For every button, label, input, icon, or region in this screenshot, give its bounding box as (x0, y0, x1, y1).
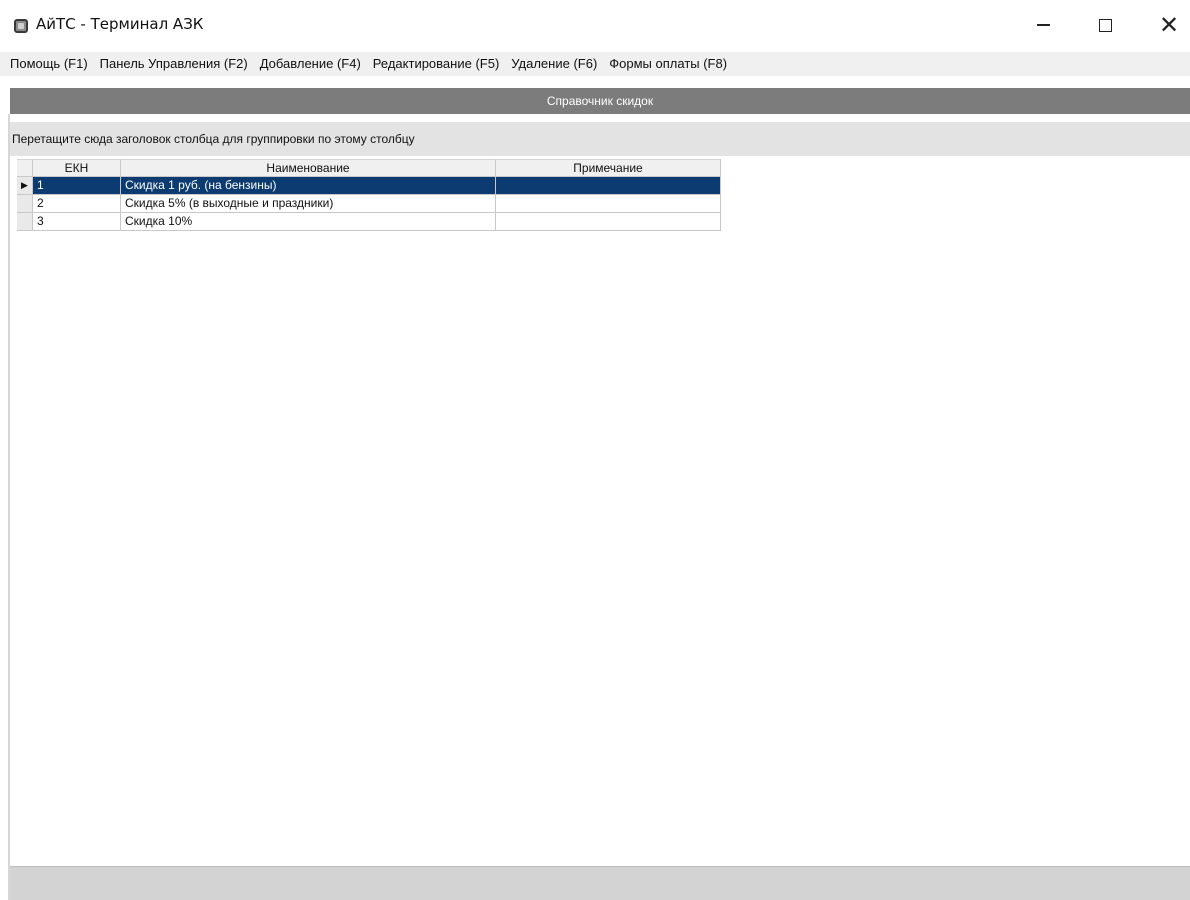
menu-bar: Помощь (F1) Панель Управления (F2) Добав… (0, 52, 1190, 76)
cell-name[interactable]: Скидка 5% (в выходные и праздники) (121, 195, 496, 213)
column-header-ekh[interactable]: ЕКН (33, 159, 121, 177)
maximize-icon (1098, 18, 1112, 32)
row-indicator-cell (17, 213, 33, 231)
cell-name[interactable]: Скидка 1 руб. (на бензины) (121, 177, 496, 195)
cell-note[interactable] (496, 177, 721, 195)
row-indicator-cell (17, 195, 33, 213)
app-icon (14, 19, 28, 33)
header-indicator-cell (17, 159, 33, 177)
menu-item-add[interactable]: Добавление (F4) (254, 52, 367, 76)
page-title: Справочник скидок (10, 88, 1190, 114)
cell-ekh[interactable]: 1 (33, 177, 121, 195)
app-window: АйТС - Терминал АЗК ✕ Помощь (F1) Панель… (0, 0, 1190, 900)
menu-item-help[interactable]: Помощь (F1) (4, 52, 94, 76)
window-title: АйТС - Терминал АЗК (36, 15, 204, 33)
cell-note[interactable] (496, 195, 721, 213)
cell-note[interactable] (496, 213, 721, 231)
menu-item-payment-forms[interactable]: Формы оплаты (F8) (603, 52, 733, 76)
status-bar (10, 866, 1190, 900)
column-header-name[interactable]: Наименование (121, 159, 496, 177)
close-icon: ✕ (1158, 11, 1180, 39)
table-row[interactable]: 3 Скидка 10% (17, 213, 721, 231)
close-button[interactable]: ✕ (1146, 6, 1190, 44)
maximize-button[interactable] (1082, 6, 1128, 44)
minimize-button[interactable] (1020, 6, 1066, 44)
title-bar: АйТС - Терминал АЗК ✕ (0, 0, 1190, 52)
left-frame-border (8, 114, 10, 900)
grid-header: ЕКН Наименование Примечание (17, 159, 721, 177)
discounts-grid: ЕКН Наименование Примечание ▶ 1 Скидка 1… (17, 159, 721, 231)
table-row[interactable]: 2 Скидка 5% (в выходные и праздники) (17, 195, 721, 213)
menu-item-control-panel[interactable]: Панель Управления (F2) (94, 52, 254, 76)
table-row[interactable]: ▶ 1 Скидка 1 руб. (на бензины) (17, 177, 721, 195)
cell-name[interactable]: Скидка 10% (121, 213, 496, 231)
row-indicator-icon: ▶ (17, 177, 33, 195)
cell-ekh[interactable]: 3 (33, 213, 121, 231)
menu-item-delete[interactable]: Удаление (F6) (505, 52, 603, 76)
menu-item-edit[interactable]: Редактирование (F5) (367, 52, 505, 76)
column-header-note[interactable]: Примечание (496, 159, 721, 177)
minimize-icon (1036, 24, 1050, 26)
group-by-panel[interactable]: Перетащите сюда заголовок столбца для гр… (10, 122, 1190, 156)
cell-ekh[interactable]: 2 (33, 195, 121, 213)
